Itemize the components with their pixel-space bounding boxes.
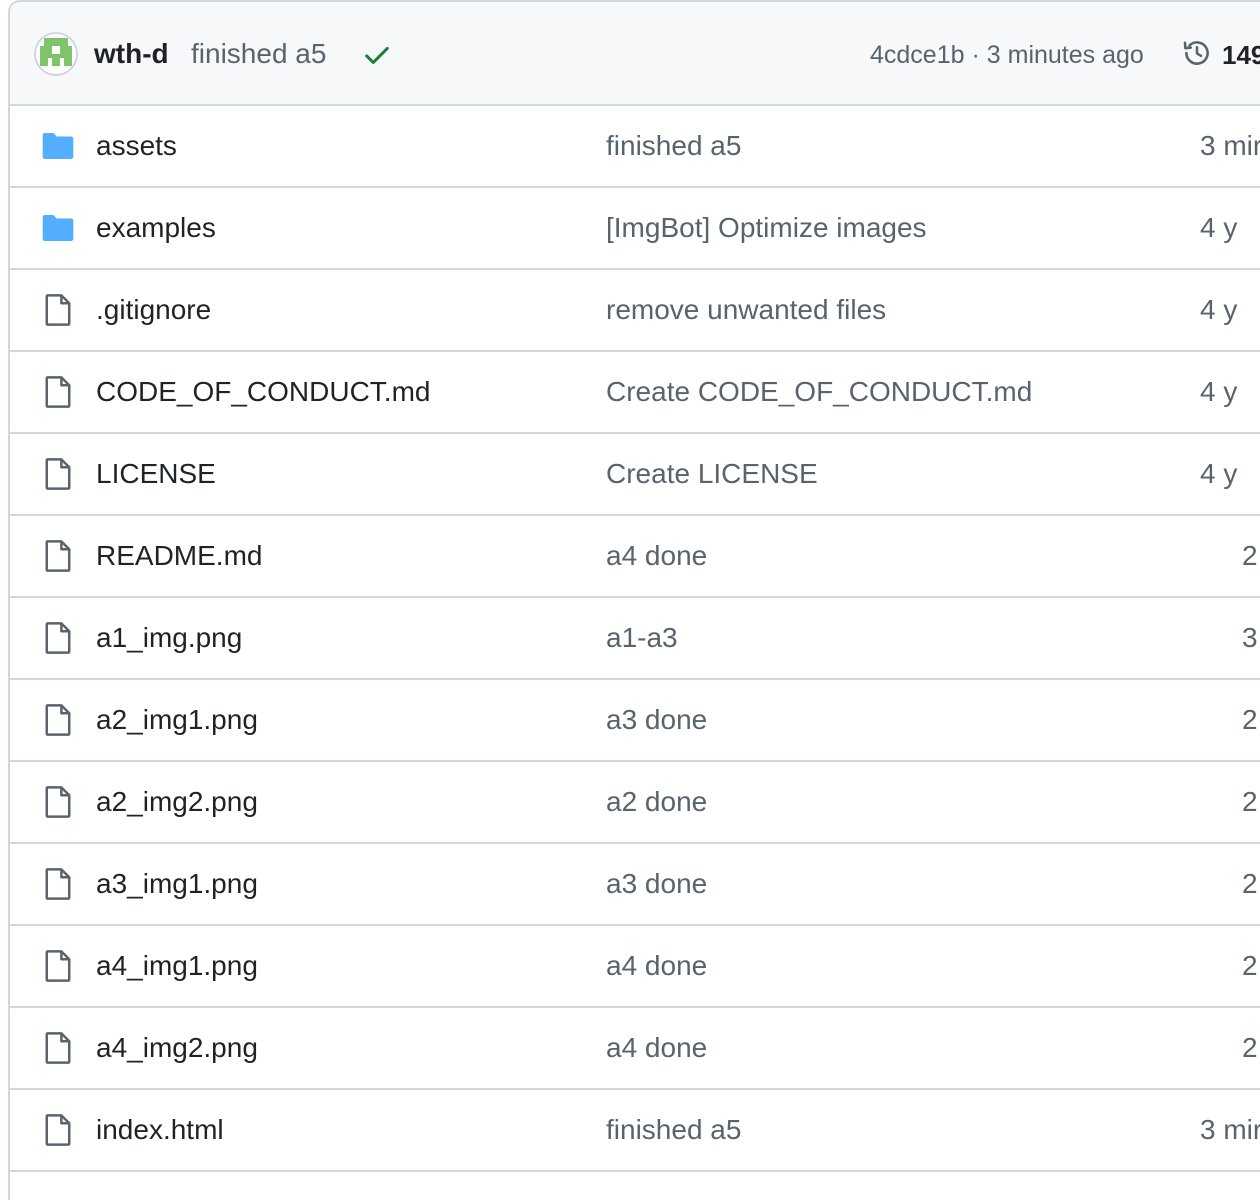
commit-age: 4 y [1200,376,1238,407]
commit-age: 2 [1242,1032,1258,1063]
history-icon[interactable] [1180,36,1214,70]
commit-message-link[interactable]: a3 done [606,702,707,738]
commit-message-link[interactable]: finished a5 [606,1112,741,1148]
commit-age: 2 [1242,786,1258,817]
file-name-link[interactable]: a2_img2.png [96,784,258,820]
meta-separator: · [971,41,980,69]
file-icon [40,456,76,492]
commit-age: 2 [1242,704,1258,735]
commit-message-link[interactable]: remove unwanted files [606,292,886,328]
file-name-link[interactable]: LICENSE [96,456,216,492]
file-name-link[interactable]: README.md [96,538,262,574]
commit-message-link[interactable]: a4 done [606,948,707,984]
file-icon [40,538,76,574]
file-row[interactable]: assets finished a5 3 mir [10,106,1260,188]
file-row[interactable]: a3_img1.png a3 done 2 [10,844,1260,926]
commit-message-link[interactable]: a3 done [606,866,707,902]
commit-time: 3 minutes ago [986,41,1144,69]
commit-message-link[interactable]: a2 done [606,784,707,820]
commit-count[interactable]: 149 [1222,38,1260,72]
commit-meta: 4cdce1b · 3 minutes ago [870,38,1144,72]
commit-message-link[interactable]: a1-a3 [606,620,678,656]
file-row[interactable]: index.html finished a5 3 mir [10,1090,1260,1172]
file-name-link[interactable]: a2_img1.png [96,702,258,738]
latest-commit-bar: wth-d finished a5 4cdce1b · 3 minutes ag… [10,2,1260,106]
commit-age: 4 y [1200,212,1238,243]
commit-hash[interactable]: 4cdce1b [870,41,965,69]
file-browser: wth-d finished a5 4cdce1b · 3 minutes ag… [8,0,1260,1200]
folder-icon [40,128,76,164]
file-row[interactable]: a4_img1.png a4 done 2 [10,926,1260,1008]
folder-icon [40,210,76,246]
commit-message-link[interactable]: Create LICENSE [606,456,818,492]
commit-message[interactable]: finished a5 [191,36,326,72]
file-row[interactable]: .gitignore remove unwanted files 4 y [10,270,1260,352]
file-icon [40,1030,76,1066]
file-row[interactable]: examples [ImgBot] Optimize images 4 y [10,188,1260,270]
commit-age: 4 y [1200,294,1238,325]
file-row[interactable]: a2_img1.png a3 done 2 [10,680,1260,762]
file-icon [40,374,76,410]
file-row[interactable]: LICENSE Create LICENSE 4 y [10,434,1260,516]
commit-age: 3 mir [1200,1114,1260,1145]
file-icon [40,866,76,902]
commit-age: 3 [1242,622,1258,653]
file-name-link[interactable]: a4_img2.png [96,1030,258,1066]
file-name-link[interactable]: index.html [96,1112,224,1148]
identicon-icon [36,34,76,74]
file-icon [40,292,76,328]
commit-author[interactable]: wth-d [94,36,169,72]
file-name-link[interactable]: CODE_OF_CONDUCT.md [96,374,430,410]
check-icon[interactable] [362,40,392,70]
file-list: assets finished a5 3 mir examples [ImgBot] O… [10,106,1260,1172]
commit-message-link[interactable]: [ImgBot] Optimize images [606,210,927,246]
file-icon [40,1112,76,1148]
commit-age: 2 [1242,868,1258,899]
file-icon [40,784,76,820]
commit-age: 2 [1242,950,1258,981]
file-name-link[interactable]: a3_img1.png [96,866,258,902]
file-name-link[interactable]: .gitignore [96,292,211,328]
file-name-link[interactable]: a4_img1.png [96,948,258,984]
commit-message-link[interactable]: Create CODE_OF_CONDUCT.md [606,374,1032,410]
file-row[interactable]: a4_img2.png a4 done 2 [10,1008,1260,1090]
file-name-link[interactable]: a1_img.png [96,620,242,656]
commit-message-link[interactable]: a4 done [606,1030,707,1066]
file-icon [40,620,76,656]
commit-age: 4 y [1200,458,1238,489]
commit-age: 3 mir [1200,130,1260,161]
file-icon [40,948,76,984]
file-row[interactable]: a2_img2.png a2 done 2 [10,762,1260,844]
folder-name-link[interactable]: assets [96,128,177,164]
file-row[interactable]: CODE_OF_CONDUCT.md Create CODE_OF_CONDUCT… [10,352,1260,434]
commit-message-link[interactable]: a4 done [606,538,707,574]
commit-age: 2 [1242,540,1258,571]
file-row[interactable]: a1_img.png a1-a3 3 [10,598,1260,680]
file-row[interactable]: README.md a4 done 2 [10,516,1260,598]
file-icon [40,702,76,738]
avatar[interactable] [34,32,78,76]
commit-message-link[interactable]: finished a5 [606,128,741,164]
folder-name-link[interactable]: examples [96,210,216,246]
